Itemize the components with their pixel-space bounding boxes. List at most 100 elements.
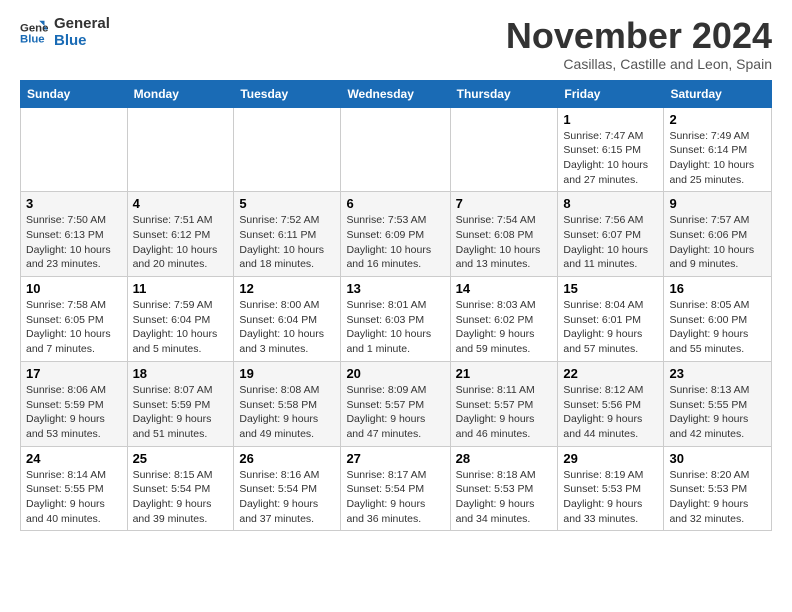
calendar-cell: 26 Sunrise: 8:16 AM Sunset: 5:54 PM Dayli… [234,446,341,531]
day-info: Sunrise: 7:51 AM Sunset: 6:12 PM Dayligh… [133,213,229,272]
day-number: 7 [456,196,553,211]
calendar-cell: 16 Sunrise: 8:05 AM Sunset: 6:00 PM Dayli… [664,277,772,362]
day-info: Sunrise: 7:50 AM Sunset: 6:13 PM Dayligh… [26,213,122,272]
calendar-cell [450,107,558,192]
calendar-cell: 25Sunrise: 8:15 AM Sunset: 5:54 PM Dayli… [127,446,234,531]
logo-line2: Blue [54,33,110,50]
day-number: 21 [456,366,553,381]
calendar-cell: 18Sunrise: 8:07 AM Sunset: 5:59 PM Dayli… [127,361,234,446]
header-day-saturday: Saturday [664,80,772,107]
calendar-cell: 9Sunrise: 7:57 AM Sunset: 6:06 PM Daylig… [664,192,772,277]
header: General Blue General Blue November 2024 … [20,16,772,72]
day-number: 13 [346,281,444,296]
calendar-cell [341,107,450,192]
day-info: Sunrise: 8:00 AM Sunset: 6:04 PM Dayligh… [239,298,335,357]
day-number: 19 [239,366,335,381]
day-info: Sunrise: 7:59 AM Sunset: 6:04 PM Dayligh… [133,298,229,357]
calendar-cell: 8Sunrise: 7:56 AM Sunset: 6:07 PM Daylig… [558,192,664,277]
header-day-wednesday: Wednesday [341,80,450,107]
header-day-sunday: Sunday [21,80,128,107]
day-number: 29 [563,451,658,466]
day-number: 4 [133,196,229,211]
calendar-table: SundayMondayTuesdayWednesdayThursdayFrid… [20,80,772,532]
day-number: 9 [669,196,766,211]
logo-line1: General [54,16,110,33]
day-number: 12 [239,281,335,296]
calendar-body: 1Sunrise: 7:47 AM Sunset: 6:15 PM Daylig… [21,107,772,531]
day-number: 24 [26,451,122,466]
calendar-cell: 10 Sunrise: 7:58 AM Sunset: 6:05 PM Dayli… [21,277,128,362]
logo: General Blue General Blue [20,16,110,49]
day-info: Sunrise: 8:13 AM Sunset: 5:55 PM Dayligh… [669,383,766,442]
day-info: Sunrise: 8:14 AM Sunset: 5:55 PM Dayligh… [26,468,122,527]
day-number: 22 [563,366,658,381]
day-number: 3 [26,196,122,211]
day-info: Sunrise: 8:12 AM Sunset: 5:56 PM Dayligh… [563,383,658,442]
day-info: Sunrise: 8:08 AM Sunset: 5:58 PM Dayligh… [239,383,335,442]
calendar-cell: 27Sunrise: 8:17 AM Sunset: 5:54 PM Dayli… [341,446,450,531]
day-info: Sunrise: 8:05 AM Sunset: 6:00 PM Dayligh… [669,298,766,357]
day-info: Sunrise: 7:52 AM Sunset: 6:11 PM Dayligh… [239,213,335,272]
calendar-cell: 12 Sunrise: 8:00 AM Sunset: 6:04 PM Dayli… [234,277,341,362]
calendar-cell [21,107,128,192]
day-number: 20 [346,366,444,381]
day-number: 23 [669,366,766,381]
day-number: 17 [26,366,122,381]
calendar-cell: 2 Sunrise: 7:49 AM Sunset: 6:14 PM Daylig… [664,107,772,192]
calendar-cell: 20 Sunrise: 8:09 AM Sunset: 5:57 PM Dayli… [341,361,450,446]
calendar-cell: 23 Sunrise: 8:13 AM Sunset: 5:55 PM Dayli… [664,361,772,446]
day-info: Sunrise: 7:54 AM Sunset: 6:08 PM Dayligh… [456,213,553,272]
calendar-cell: 24 Sunrise: 8:14 AM Sunset: 5:55 PM Dayli… [21,446,128,531]
calendar-cell: 28 Sunrise: 8:18 AM Sunset: 5:53 PM Dayli… [450,446,558,531]
day-number: 30 [669,451,766,466]
week-row-2: 10 Sunrise: 7:58 AM Sunset: 6:05 PM Dayli… [21,277,772,362]
svg-text:Blue: Blue [20,33,45,45]
day-info: Sunrise: 7:53 AM Sunset: 6:09 PM Dayligh… [346,213,444,272]
day-info: Sunrise: 8:17 AM Sunset: 5:54 PM Dayligh… [346,468,444,527]
week-row-0: 1Sunrise: 7:47 AM Sunset: 6:15 PM Daylig… [21,107,772,192]
calendar-cell: 29 Sunrise: 8:19 AM Sunset: 5:53 PM Dayli… [558,446,664,531]
week-row-3: 17 Sunrise: 8:06 AM Sunset: 5:59 PM Dayli… [21,361,772,446]
calendar-cell [127,107,234,192]
calendar-cell: 15 Sunrise: 8:04 AM Sunset: 6:01 PM Dayli… [558,277,664,362]
day-number: 15 [563,281,658,296]
calendar-cell: 21Sunrise: 8:11 AM Sunset: 5:57 PM Dayli… [450,361,558,446]
calendar-cell: 5 Sunrise: 7:52 AM Sunset: 6:11 PM Daylig… [234,192,341,277]
day-number: 25 [133,451,229,466]
day-number: 16 [669,281,766,296]
day-info: Sunrise: 7:49 AM Sunset: 6:14 PM Dayligh… [669,129,766,188]
header-day-monday: Monday [127,80,234,107]
calendar-cell: 7 Sunrise: 7:54 AM Sunset: 6:08 PM Daylig… [450,192,558,277]
logo-icon: General Blue [20,19,48,47]
day-info: Sunrise: 8:16 AM Sunset: 5:54 PM Dayligh… [239,468,335,527]
page-container: General Blue General Blue November 2024 … [0,0,792,551]
day-number: 5 [239,196,335,211]
day-number: 1 [563,112,658,127]
day-info: Sunrise: 8:19 AM Sunset: 5:53 PM Dayligh… [563,468,658,527]
day-info: Sunrise: 7:58 AM Sunset: 6:05 PM Dayligh… [26,298,122,357]
calendar-cell: 30 Sunrise: 8:20 AM Sunset: 5:53 PM Dayli… [664,446,772,531]
day-info: Sunrise: 8:04 AM Sunset: 6:01 PM Dayligh… [563,298,658,357]
location-subtitle: Casillas, Castille and Leon, Spain [506,56,772,72]
calendar-cell: 3 Sunrise: 7:50 AM Sunset: 6:13 PM Daylig… [21,192,128,277]
day-number: 2 [669,112,766,127]
day-info: Sunrise: 8:09 AM Sunset: 5:57 PM Dayligh… [346,383,444,442]
calendar-cell: 19 Sunrise: 8:08 AM Sunset: 5:58 PM Dayli… [234,361,341,446]
day-info: Sunrise: 8:03 AM Sunset: 6:02 PM Dayligh… [456,298,553,357]
day-number: 10 [26,281,122,296]
week-row-1: 3 Sunrise: 7:50 AM Sunset: 6:13 PM Daylig… [21,192,772,277]
day-info: Sunrise: 8:06 AM Sunset: 5:59 PM Dayligh… [26,383,122,442]
calendar-cell: 4 Sunrise: 7:51 AM Sunset: 6:12 PM Daylig… [127,192,234,277]
calendar-cell: 6 Sunrise: 7:53 AM Sunset: 6:09 PM Daylig… [341,192,450,277]
header-row: SundayMondayTuesdayWednesdayThursdayFrid… [21,80,772,107]
calendar-cell: 17 Sunrise: 8:06 AM Sunset: 5:59 PM Dayli… [21,361,128,446]
day-number: 18 [133,366,229,381]
day-number: 26 [239,451,335,466]
calendar-cell [234,107,341,192]
day-info: Sunrise: 8:18 AM Sunset: 5:53 PM Dayligh… [456,468,553,527]
day-number: 6 [346,196,444,211]
day-number: 28 [456,451,553,466]
day-number: 14 [456,281,553,296]
day-info: Sunrise: 8:20 AM Sunset: 5:53 PM Dayligh… [669,468,766,527]
title-block: November 2024 Casillas, Castille and Leo… [506,16,772,72]
